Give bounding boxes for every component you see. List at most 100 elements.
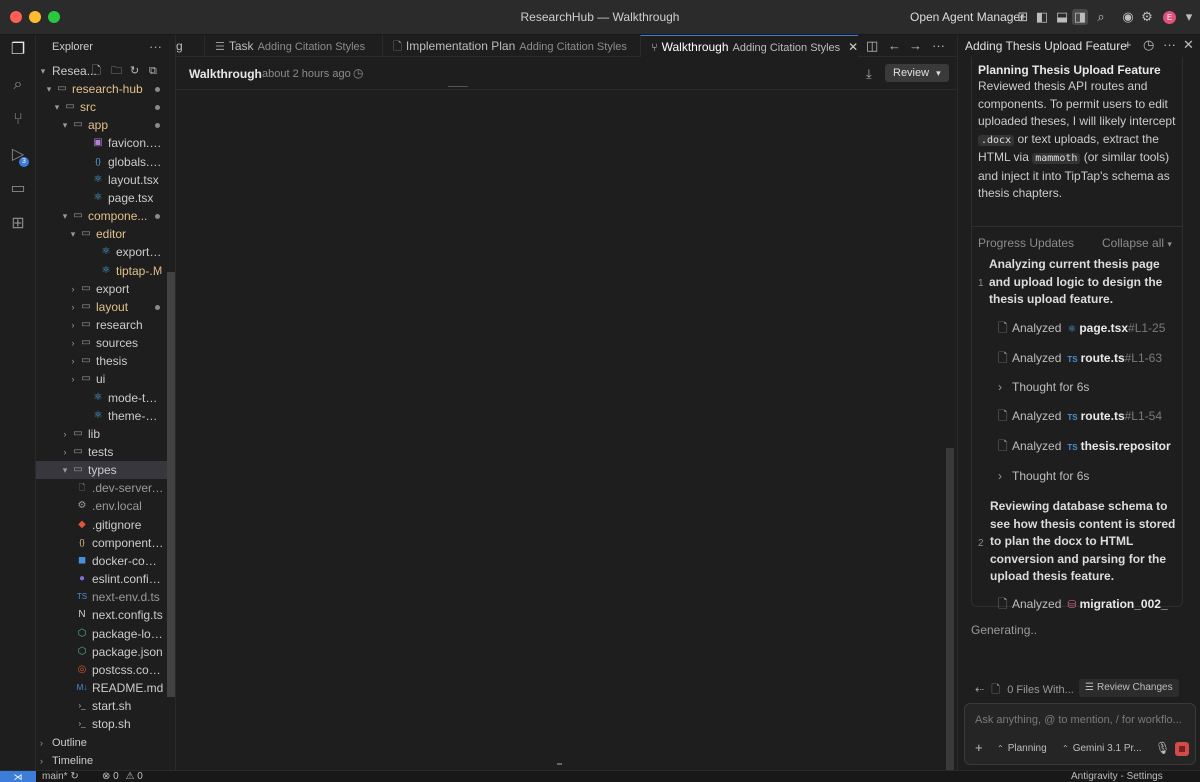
analyzed-item[interactable]: 🗋 Analyzed ⚛ page.tsx#L1-25 (998, 319, 1165, 337)
tree-item[interactable]: {} components.json (36, 534, 175, 552)
collapse-all-button[interactable]: Collapse all ▾ (1102, 236, 1172, 250)
tree-item[interactable]: › ▭ lib (36, 425, 175, 443)
branch-indicator[interactable]: main* ↻ (42, 771, 79, 782)
tree-item[interactable]: ▣ favicon.ico (36, 134, 175, 152)
tree-item[interactable]: ⚛ page.tsx (36, 189, 175, 207)
tree-item[interactable]: {} globals.css (36, 153, 175, 171)
more-actions-icon[interactable]: ··· (149, 39, 162, 54)
gear-icon[interactable]: ⚙ (1139, 9, 1155, 25)
editor-sash[interactable] (557, 763, 562, 765)
split-editor-icon[interactable]: ◫ (866, 38, 878, 54)
outline-section[interactable]: › Outline (36, 734, 175, 752)
tree-item[interactable]: ◎ postcss.config.... (36, 661, 175, 679)
tree-item-label: research-hub (72, 82, 143, 96)
tree-item[interactable]: ⚛ export-butt... (36, 243, 175, 261)
tree-item[interactable]: › ▭ export (36, 280, 175, 298)
analyzed-item[interactable]: 🗋 Analyzed TS route.ts#L1-54 (998, 407, 1162, 425)
thought-item[interactable]: › Thought for 6s (998, 467, 1089, 485)
tree-item[interactable]: ▾ ▭ editor (36, 225, 175, 243)
tree-item[interactable]: › ▭ research (36, 316, 175, 334)
more-actions-icon[interactable]: ··· (1163, 37, 1176, 52)
review-dropdown[interactable]: Review ▾ (885, 64, 949, 82)
history-icon[interactable]: ◷ (1143, 37, 1154, 53)
search-icon[interactable]: ⌕ (1093, 9, 1109, 25)
tree-item[interactable]: ◆ .gitignore (36, 516, 175, 534)
tree-item[interactable]: TS next-env.d.ts (36, 588, 175, 606)
tree-item[interactable]: ⚛ theme-provid... (36, 407, 175, 425)
remote-explorer-icon[interactable]: ▭ (8, 179, 28, 199)
tree-item[interactable]: ⬡ package.json (36, 643, 175, 661)
run-debug-icon[interactable]: ▷ (8, 145, 28, 165)
toggle-secondary-sidebar-icon[interactable]: ◨ (1072, 9, 1088, 25)
history-icon[interactable]: ◷ (353, 66, 363, 80)
download-icon[interactable]: ⤓ (866, 66, 872, 82)
chevron-down-icon[interactable]: ▾ (1181, 9, 1197, 25)
tab-walkthrough[interactable]: ⑂ Walkthrough Adding Citation Styles ✕ (640, 35, 858, 57)
microphone-icon[interactable]: 🎙 (1155, 741, 1170, 755)
search-view-icon[interactable]: ⌕ (8, 75, 28, 95)
tree-item[interactable]: ⬡ package-lock.js... (36, 625, 175, 643)
extensions-icon[interactable]: ⊞ (8, 214, 28, 234)
thought-item[interactable]: › Thought for 6s (998, 378, 1089, 396)
tree-item[interactable]: ▾ ▭ compone... (36, 207, 175, 225)
open-agent-manager-button[interactable]: Open Agent Manager (910, 10, 1024, 24)
new-folder-icon[interactable]: 🗀 (111, 62, 122, 80)
plus-icon[interactable]: + (975, 740, 983, 755)
tree-item[interactable]: 🗋 .dev-server.pid (36, 479, 175, 497)
tree-item[interactable]: ● eslint.config.mjs (36, 570, 175, 588)
timeline-section[interactable]: › Timeline (36, 752, 175, 770)
tree-item[interactable]: ⚛ layout.tsx (36, 171, 175, 189)
tree-item[interactable]: › ▭ layout (36, 298, 175, 316)
tree-item[interactable]: ◼ docker-compos... (36, 552, 175, 570)
analyzed-item[interactable]: 🗋 Analyzed ⛁ migration_002_ (998, 595, 1168, 613)
tree-item[interactable]: ›_ stop.sh (36, 715, 175, 733)
more-actions-icon[interactable]: ··· (932, 38, 945, 53)
mode-selector[interactable]: ⌃ Planning (997, 743, 1047, 754)
tree-item[interactable]: › ▭ sources (36, 334, 175, 352)
browser-icon[interactable]: ◉ (1120, 9, 1136, 25)
model-selector[interactable]: ⌃ Gemini 3.1 Pr... (1062, 743, 1142, 754)
back-icon[interactable]: ← (888, 38, 901, 53)
problems-indicator[interactable]: ⊗ 0 ⚠ 0 (102, 771, 143, 782)
tree-item[interactable]: ›_ start.sh (36, 697, 175, 715)
files-changed-row[interactable]: ⇠ 🗋 0 Files With... (975, 681, 1074, 700)
editor-scrollbar[interactable] (946, 448, 954, 770)
tree-item[interactable]: ⚙ .env.local (36, 497, 175, 515)
explorer-root[interactable]: ▾ Resea... 🗋 🗀 ↻ ⧉ (36, 62, 175, 80)
close-panel-icon[interactable]: ✕ (1183, 37, 1194, 53)
tab-implementation-plan[interactable]: 🗋 Implementation Plan Adding Citation Styl… (382, 35, 640, 57)
toggle-panel-icon[interactable]: ⬓ (1054, 9, 1070, 25)
tree-item[interactable]: ▾ ▭ research-hub (36, 80, 175, 98)
collapse-all-icon[interactable]: ⧉ (149, 62, 157, 80)
tree-item[interactable]: Nnext.config.ts (36, 606, 175, 624)
forward-icon[interactable]: → (909, 38, 922, 53)
tree-item[interactable]: › ▭ thesis (36, 352, 175, 370)
tree-item[interactable]: ▾ ▭ app (36, 116, 175, 134)
review-changes-button[interactable]: ☰ Review Changes (1079, 679, 1179, 697)
tree-item[interactable]: ⚛ mode-toggle.... (36, 389, 175, 407)
plus-icon[interactable]: + (1124, 37, 1132, 52)
sidebar-scrollbar[interactable] (167, 272, 175, 697)
avatar[interactable]: E (1163, 11, 1176, 24)
toggle-sidebar-icon[interactable]: ◧ (1034, 9, 1050, 25)
tree-item[interactable]: ⚛ tiptap-... M (36, 262, 175, 280)
remote-indicator-icon[interactable]: ⋊ (0, 771, 36, 782)
analyzed-item[interactable]: 🗋 Analyzed TS route.ts#L1-63 (998, 349, 1162, 367)
refresh-icon[interactable]: ↻ (130, 62, 139, 80)
settings-status[interactable]: Antigravity - Settings (1071, 771, 1163, 782)
tree-item[interactable]: ▾ ▭ src (36, 98, 175, 116)
tab-overflow[interactable]: g (176, 35, 198, 57)
chat-input[interactable] (975, 714, 1187, 726)
tree-item[interactable]: › ▭ tests (36, 443, 175, 461)
stop-button[interactable] (1175, 742, 1189, 756)
source-control-icon[interactable]: ⑂ (8, 110, 28, 130)
explorer-icon[interactable]: ❐ (8, 40, 28, 60)
layout-grid-icon[interactable]: ⊞ (1015, 9, 1031, 25)
tree-item[interactable]: ▾ ▭ types (36, 461, 175, 480)
tree-item[interactable]: › ▭ ui (36, 370, 175, 388)
analyzed-item[interactable]: 🗋 Analyzed TS thesis.repositor (998, 437, 1171, 455)
close-tab-icon[interactable]: ✕ (848, 40, 858, 54)
new-file-icon[interactable]: 🗋 (92, 62, 101, 80)
tree-item[interactable]: M↓ README.md (36, 679, 175, 697)
tab-task[interactable]: ☰ Task Adding Citation Styles (204, 35, 382, 57)
